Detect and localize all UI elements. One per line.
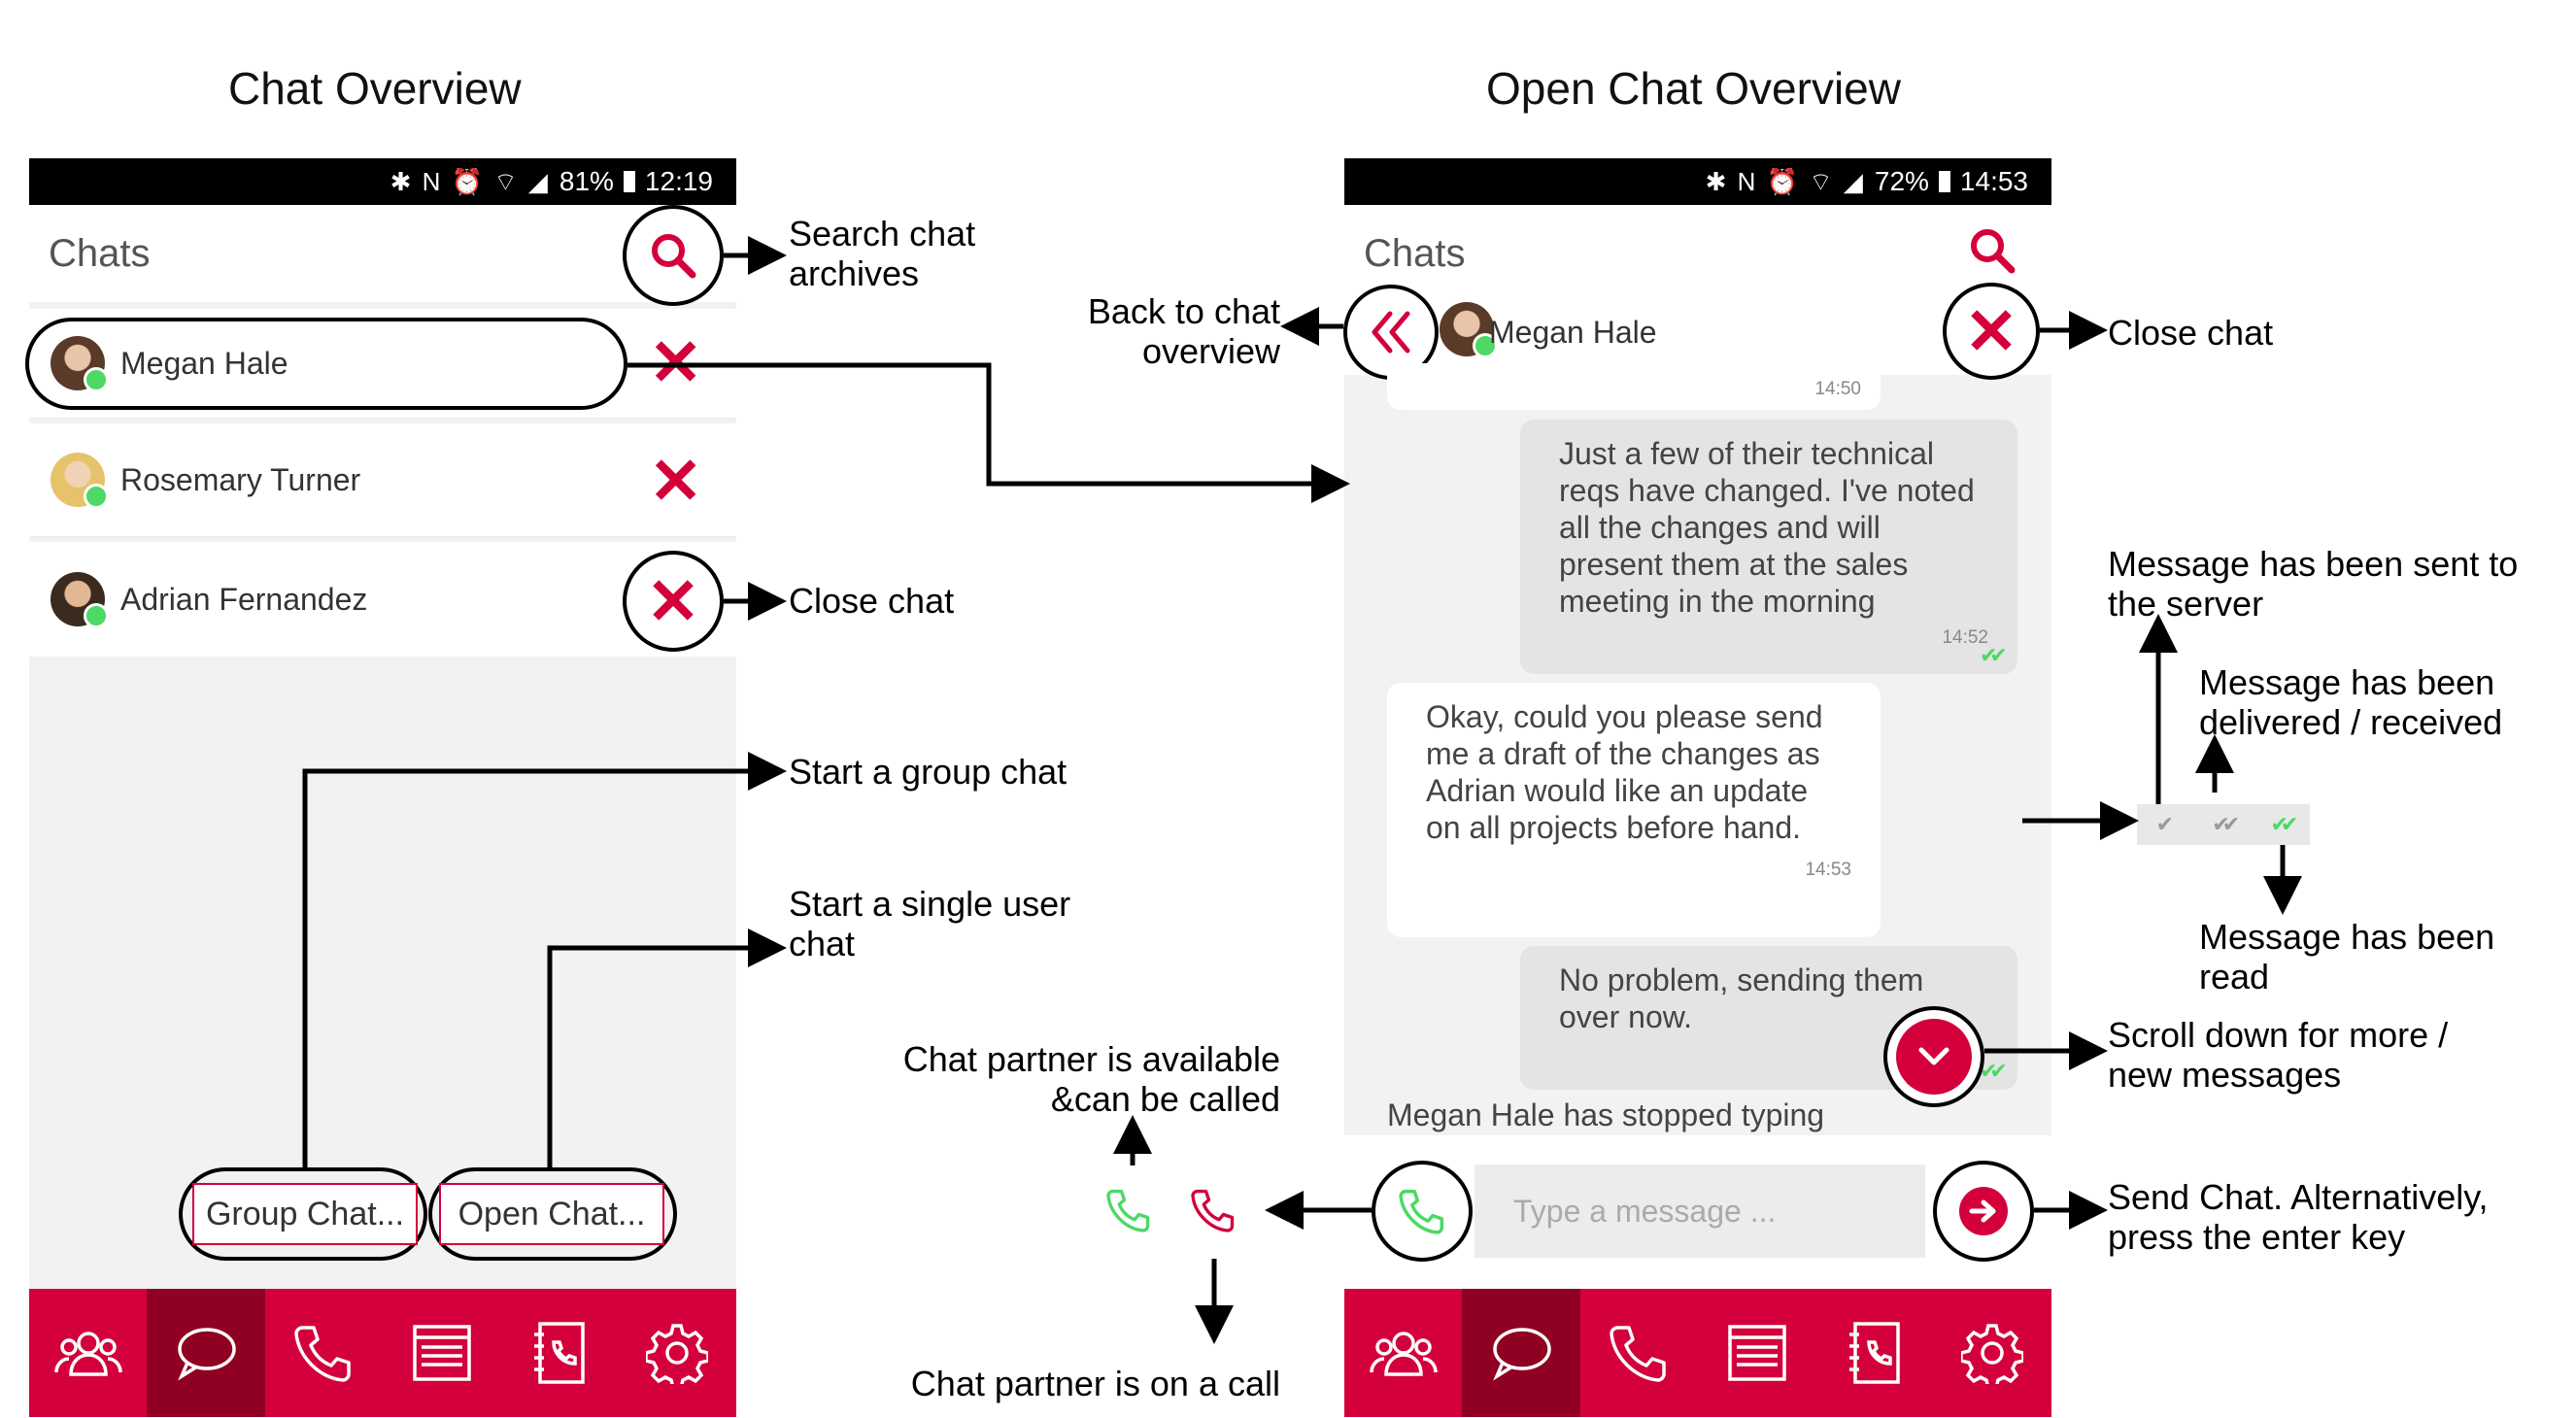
annotation-arrows <box>302 236 2302 1344</box>
